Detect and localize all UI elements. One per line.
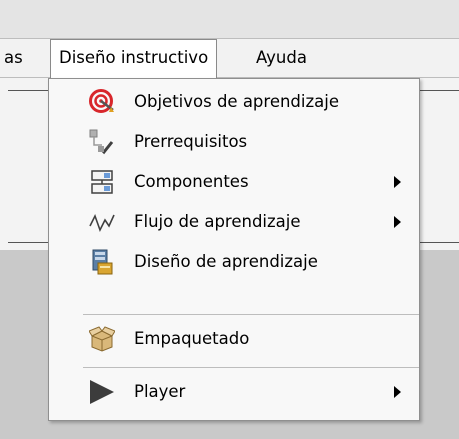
- submenu-arrow-icon: [394, 176, 401, 188]
- menu-ayuda[interactable]: Ayuda: [248, 39, 315, 77]
- menu-item-prerrequisitos[interactable]: Prerrequisitos: [49, 122, 419, 162]
- menu-item-label: Prerrequisitos: [134, 132, 248, 151]
- play-icon: [89, 379, 115, 405]
- components-icon: [89, 169, 115, 195]
- submenu-arrow-icon: [394, 386, 401, 398]
- menu-label: Ayuda: [256, 48, 307, 67]
- menu-item-label: Player: [134, 382, 186, 401]
- menu-item-diseno-aprendizaje[interactable]: Diseño de aprendizaje: [49, 242, 419, 282]
- menu-label: as: [4, 48, 23, 67]
- menu-item-flujo[interactable]: Flujo de aprendizaje: [49, 202, 419, 242]
- target-icon: [89, 89, 115, 115]
- menu-item-label: Objetivos de aprendizaje: [134, 92, 340, 111]
- menu-separator: [83, 314, 419, 315]
- panel-divider: [8, 90, 53, 91]
- menu-bar: as Diseño instructivo Ayuda: [0, 38, 459, 79]
- diseno-instructivo-dropdown: Objetivos de aprendizaje Prerrequisitos …: [48, 78, 420, 421]
- menu-item-label: Empaquetado: [134, 329, 250, 348]
- menu-herramientas[interactable]: as: [0, 39, 31, 77]
- learning-flow-icon: [89, 209, 115, 235]
- menu-item-label: Componentes: [134, 172, 249, 191]
- menu-item-label: Flujo de aprendizaje: [134, 212, 301, 231]
- menu-item-label: Diseño de aprendizaje: [134, 252, 318, 271]
- menu-item-empaquetado[interactable]: Empaquetado: [49, 319, 419, 359]
- panel-divider: [420, 242, 459, 243]
- menu-separator: [83, 367, 419, 368]
- learning-design-icon: [89, 249, 115, 275]
- panel-divider: [8, 242, 53, 243]
- menu-diseno-instructivo[interactable]: Diseño instructivo: [50, 39, 218, 79]
- menu-item-player[interactable]: Player: [49, 372, 419, 412]
- prerequisites-icon: [89, 129, 115, 155]
- submenu-arrow-icon: [394, 216, 401, 228]
- panel-divider: [420, 90, 459, 91]
- package-icon: [89, 326, 115, 352]
- menu-item-componentes[interactable]: Componentes: [49, 162, 419, 202]
- menu-item-objetivos[interactable]: Objetivos de aprendizaje: [49, 82, 419, 122]
- window-title-strip: [0, 0, 459, 38]
- menu-label: Diseño instructivo: [59, 48, 209, 67]
